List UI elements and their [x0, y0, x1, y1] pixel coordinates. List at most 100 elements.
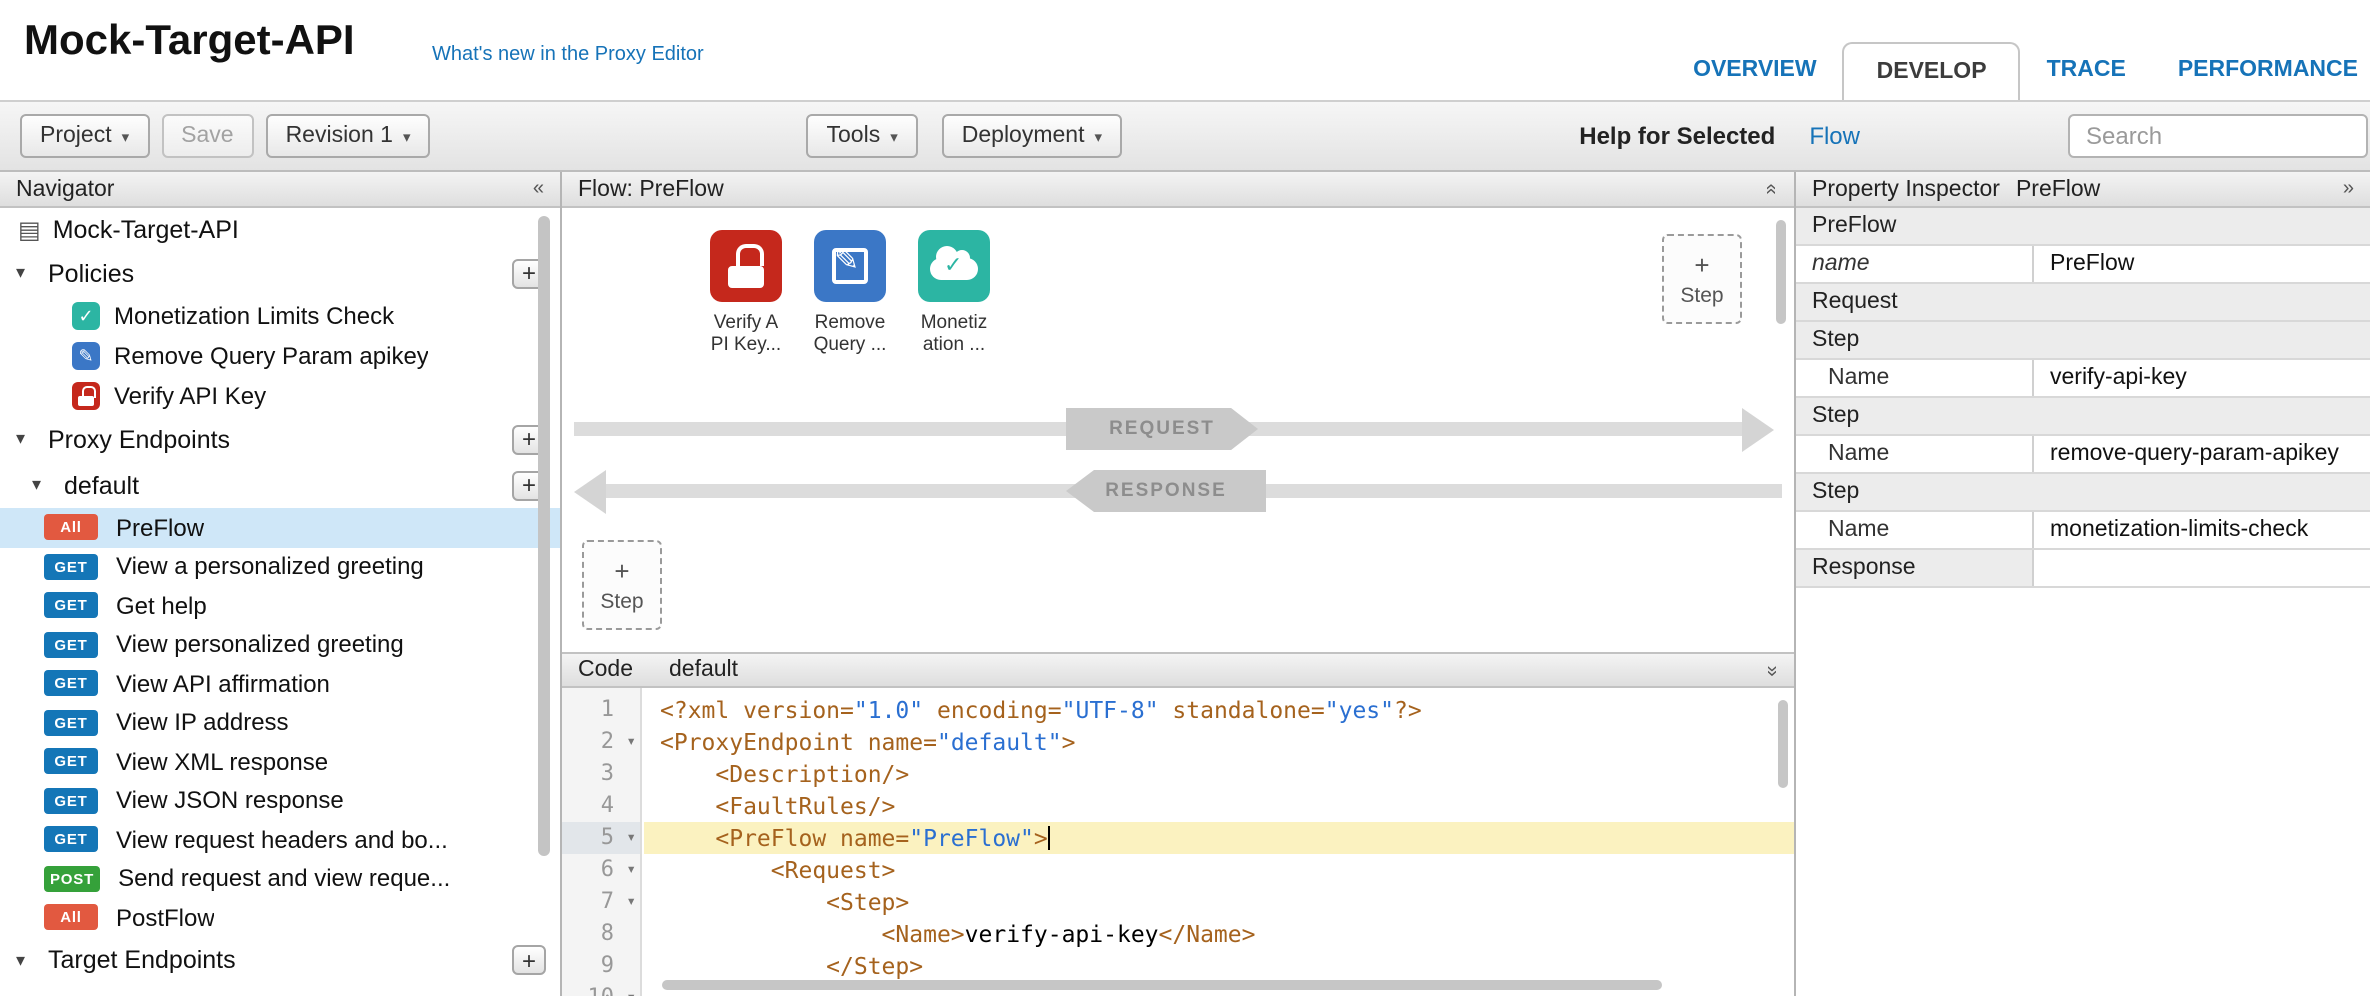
- nav-subsection-default[interactable]: ▾default+: [0, 462, 560, 508]
- gutter-line-5: 5▾: [562, 822, 640, 854]
- inspector-value[interactable]: PreFlow: [2034, 246, 2370, 282]
- nav-label: Mock-Target-API: [53, 215, 239, 243]
- nav-policy-remove-query-param-apikey[interactable]: ✎Remove Query Param apikey: [0, 336, 560, 376]
- nav-root-mock-target-api[interactable]: ▤Mock-Target-API: [0, 208, 560, 250]
- fold-arrow-icon[interactable]: ▾: [626, 854, 636, 886]
- gutter-line-2: 2▾: [562, 726, 640, 758]
- disclosure-triangle-icon[interactable]: ▾: [32, 474, 52, 496]
- nav-flow-preflow[interactable]: AllPreFlow: [0, 508, 560, 547]
- response-label: RESPONSE: [1066, 470, 1266, 512]
- disclosure-triangle-icon[interactable]: ▾: [16, 262, 36, 284]
- nav-label: Monetization Limits Check: [114, 302, 394, 330]
- nav-label: PostFlow: [116, 904, 215, 932]
- caret-down-icon: ▾: [122, 127, 130, 145]
- disclosure-triangle-icon[interactable]: ▾: [16, 428, 36, 450]
- method-badge: GET: [44, 593, 98, 619]
- nav-section-target-endpoints[interactable]: ▾Target Endpoints+: [0, 937, 560, 983]
- help-for-selected-label: Help for Selected: [1579, 122, 1775, 150]
- inspector-value[interactable]: monetization-limits-check: [2034, 512, 2370, 548]
- fold-arrow-icon[interactable]: ▾: [626, 726, 636, 758]
- fold-arrow-icon[interactable]: ▾: [626, 982, 636, 996]
- response-arrowhead-icon: [574, 469, 606, 513]
- collapse-code-icon[interactable]: »: [1761, 664, 1783, 675]
- search-input[interactable]: [2068, 114, 2368, 158]
- nav-flow-view-request-headers-and-bo[interactable]: GETView request headers and bo...: [0, 820, 560, 859]
- nav-flow-view-a-personalized-greeting[interactable]: GETView a personalized greeting: [0, 547, 560, 586]
- nav-flow-view-ip-address[interactable]: GETView IP address: [0, 703, 560, 742]
- help-flow-link[interactable]: Flow: [1809, 122, 1860, 150]
- inspector-subtitle: PreFlow: [2016, 177, 2100, 201]
- nav-flow-get-help[interactable]: GET Get help: [0, 586, 560, 625]
- tab-overview[interactable]: OVERVIEW: [1667, 42, 1843, 100]
- nav-label: Policies: [48, 259, 134, 287]
- nav-section-policies[interactable]: ▾Policies+: [0, 250, 560, 296]
- nav-policy-verify-api-key[interactable]: Verify API Key: [0, 376, 560, 416]
- caret-down-icon: ▾: [403, 127, 411, 145]
- nav-policy-monetization-limits-check[interactable]: ✓Monetization Limits Check: [0, 296, 560, 336]
- proxy-editor-window: Mock-Target-API What's new in the Proxy …: [0, 0, 2370, 996]
- tab-performance[interactable]: PERFORMANCE: [2152, 42, 2370, 100]
- policy-step-2[interactable]: ✎RemoveQuery ...: [794, 230, 906, 356]
- inspector-value[interactable]: verify-api-key: [2034, 360, 2370, 396]
- nav-flow-view-personalized-greeting[interactable]: GETView personalized greeting: [0, 625, 560, 664]
- nav-section-proxy-endpoints[interactable]: ▾Proxy Endpoints+: [0, 416, 560, 462]
- code-line-9[interactable]: </Step>: [644, 950, 1794, 982]
- add-button[interactable]: +: [512, 945, 546, 975]
- property-inspector-header: Property Inspector PreFlow »: [1796, 172, 2370, 208]
- inspector-section-step: Step: [1796, 474, 2370, 512]
- inspector-value[interactable]: [2034, 550, 2370, 586]
- tools-button[interactable]: Tools ▾: [807, 114, 918, 158]
- code-line-5[interactable]: <PreFlow name="PreFlow">: [644, 822, 1794, 854]
- disclosure-triangle-icon[interactable]: ▾: [16, 949, 36, 971]
- page-header: Mock-Target-API What's new in the Proxy …: [0, 0, 2370, 100]
- fold-arrow-icon[interactable]: ▾: [626, 822, 636, 854]
- nav-flow-view-json-response[interactable]: GETView JSON response: [0, 781, 560, 820]
- method-badge: All: [44, 905, 98, 931]
- code-editor[interactable]: 12▾345▾6▾7▾8910▾ <?xml version="1.0" enc…: [562, 688, 1794, 996]
- add-step-button-bottom[interactable]: + Step: [582, 540, 662, 630]
- code-line-8[interactable]: <Name>verify-api-key</Name>: [644, 918, 1794, 950]
- inspector-value[interactable]: remove-query-param-apikey: [2034, 436, 2370, 472]
- code-line-1[interactable]: <?xml version="1.0" encoding="UTF-8" sta…: [644, 694, 1794, 726]
- page-title: Mock-Target-API: [24, 18, 355, 66]
- nav-label: Get help: [116, 592, 207, 620]
- nav-flow-view-xml-response[interactable]: GETView XML response: [0, 742, 560, 781]
- code-line-6[interactable]: <Request>: [644, 854, 1794, 886]
- inspector-row-name-preflow: namePreFlow: [1796, 246, 2370, 284]
- nav-flow-send-request-and-view-reque[interactable]: POSTSend request and view reque...: [0, 859, 560, 898]
- policy-step-label: Verify API Key...: [690, 314, 802, 356]
- tab-trace[interactable]: TRACE: [2021, 42, 2152, 100]
- nav-label: View request headers and bo...: [116, 826, 448, 854]
- collapse-flow-icon[interactable]: »: [1761, 183, 1783, 194]
- code-line-7[interactable]: <Step>: [644, 886, 1794, 918]
- whats-new-link[interactable]: What's new in the Proxy Editor: [432, 44, 704, 66]
- code-line-2[interactable]: <ProxyEndpoint name="default">: [644, 726, 1794, 758]
- collapse-navigator-icon[interactable]: «: [533, 178, 544, 200]
- nav-label: Proxy Endpoints: [48, 425, 230, 453]
- policy-step-1[interactable]: Verify API Key...: [690, 230, 802, 356]
- navigator-scrollbar[interactable]: [538, 216, 550, 856]
- nav-flow-view-api-affirmation[interactable]: GETView API affirmation: [0, 664, 560, 703]
- code-header: Code default »: [562, 652, 1794, 688]
- policy-step-3[interactable]: ✓Monetization ...: [898, 230, 1010, 356]
- nav-label: View XML response: [116, 748, 328, 776]
- nav-flow-postflow[interactable]: All PostFlow: [0, 898, 560, 937]
- tab-develop[interactable]: DEVELOP: [1843, 42, 2021, 100]
- code-vertical-scrollbar[interactable]: [1778, 700, 1788, 788]
- expand-inspector-icon[interactable]: »: [2343, 178, 2354, 200]
- save-button[interactable]: Save: [161, 114, 253, 158]
- project-button[interactable]: Project ▾: [20, 114, 149, 158]
- add-step-button-top[interactable]: + Step: [1662, 234, 1742, 324]
- gutter-line-7: 7▾: [562, 886, 640, 918]
- nav-label: PreFlow: [116, 514, 204, 542]
- code-line-4[interactable]: <FaultRules/>: [644, 790, 1794, 822]
- code-lines: <?xml version="1.0" encoding="UTF-8" sta…: [644, 694, 1794, 996]
- revision-button[interactable]: Revision 1 ▾: [266, 114, 431, 158]
- deployment-button[interactable]: Deployment ▾: [942, 114, 1122, 158]
- fold-arrow-icon[interactable]: ▾: [626, 886, 636, 918]
- code-line-3[interactable]: <Description/>: [644, 758, 1794, 790]
- inspector-key: Name: [1796, 360, 2034, 396]
- code-horizontal-scrollbar[interactable]: [662, 980, 1662, 990]
- plus-icon: +: [614, 557, 629, 583]
- flow-scrollbar[interactable]: [1776, 220, 1786, 324]
